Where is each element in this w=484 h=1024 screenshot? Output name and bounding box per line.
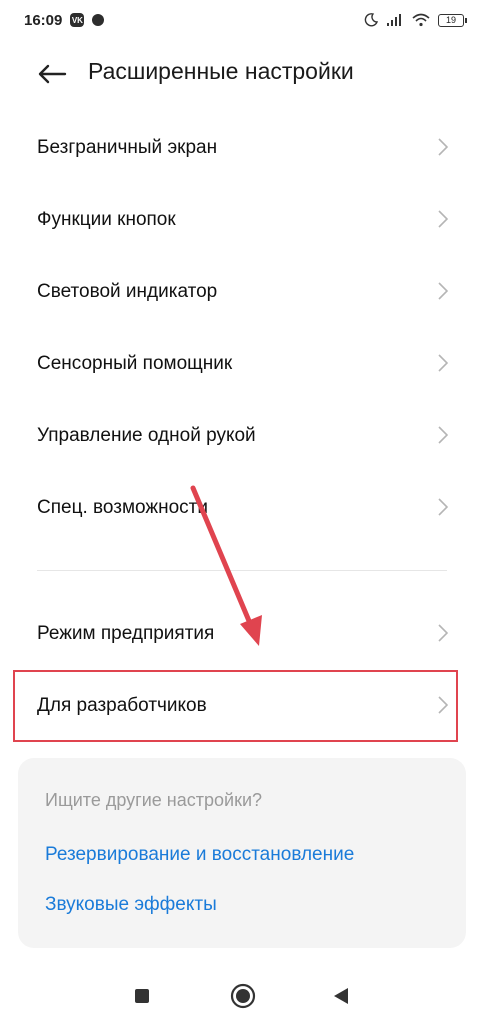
menu-item-label: Режим предприятия — [37, 623, 215, 644]
annotation-highlight-box — [13, 670, 458, 742]
menu-item-label: Управление одной рукой — [37, 425, 256, 446]
home-circle-icon — [230, 983, 256, 1009]
status-left: 16:09 VK — [24, 11, 105, 29]
signal-icon — [387, 14, 401, 26]
menu-item-one-handed-mode[interactable]: Управление одной рукой — [0, 404, 484, 468]
section-divider — [37, 570, 447, 571]
chevron-right-icon — [438, 354, 448, 372]
moon-icon — [364, 13, 378, 27]
app-header: Расширенные настройки — [0, 46, 484, 102]
menu-item-touch-assistant[interactable]: Сенсорный помощник — [0, 332, 484, 396]
suggestions-card: Ищите другие настройки? Резервирование и… — [18, 758, 466, 948]
vk-icon: VK — [70, 13, 85, 27]
wifi-icon — [412, 13, 430, 27]
suggestions-hint: Ищите другие настройки? — [45, 790, 263, 810]
arrow-left-icon — [38, 64, 67, 84]
menu-item-light-indicator[interactable]: Световой индикатор — [0, 260, 484, 324]
menu-item-borderless-screen[interactable]: Безграничный экран — [0, 116, 484, 180]
status-bar: 16:09 VK 19 — [0, 0, 484, 40]
navigation-bar — [0, 968, 484, 1024]
chevron-right-icon — [438, 624, 448, 642]
page-title: Расширенные настройки — [88, 58, 354, 84]
recents-button[interactable] — [134, 988, 150, 1009]
menu-item-label: Сенсорный помощник — [37, 353, 233, 374]
notification-icon — [92, 14, 105, 26]
triangle-back-icon — [334, 988, 348, 1004]
chevron-right-icon — [438, 138, 448, 156]
menu-item-enterprise-mode[interactable]: Режим предприятия — [0, 602, 484, 666]
back-nav-button[interactable] — [332, 986, 350, 1011]
menu-item-button-functions[interactable]: Функции кнопок — [0, 188, 484, 252]
status-time: 16:09 — [24, 11, 63, 29]
status-right: 19 — [364, 13, 467, 27]
menu-item-label: Безграничный экран — [37, 137, 218, 158]
menu-item-label: Световой индикатор — [37, 281, 218, 302]
home-button[interactable] — [230, 983, 256, 1014]
chevron-right-icon — [438, 210, 448, 228]
chevron-right-icon — [438, 282, 448, 300]
square-icon — [135, 989, 149, 1003]
menu-item-label: Функции кнопок — [37, 209, 176, 230]
chevron-right-icon — [438, 426, 448, 444]
link-backup-restore[interactable]: Резервирование и восстановление — [45, 844, 354, 866]
link-sound-effects[interactable]: Звуковые эффекты — [45, 894, 217, 916]
menu-item-label: Спец. возможности — [37, 497, 208, 518]
battery-icon: 19 — [438, 13, 467, 27]
back-button[interactable] — [30, 54, 74, 94]
menu-item-accessibility[interactable]: Спец. возможности — [0, 476, 484, 540]
chevron-right-icon — [438, 498, 448, 516]
